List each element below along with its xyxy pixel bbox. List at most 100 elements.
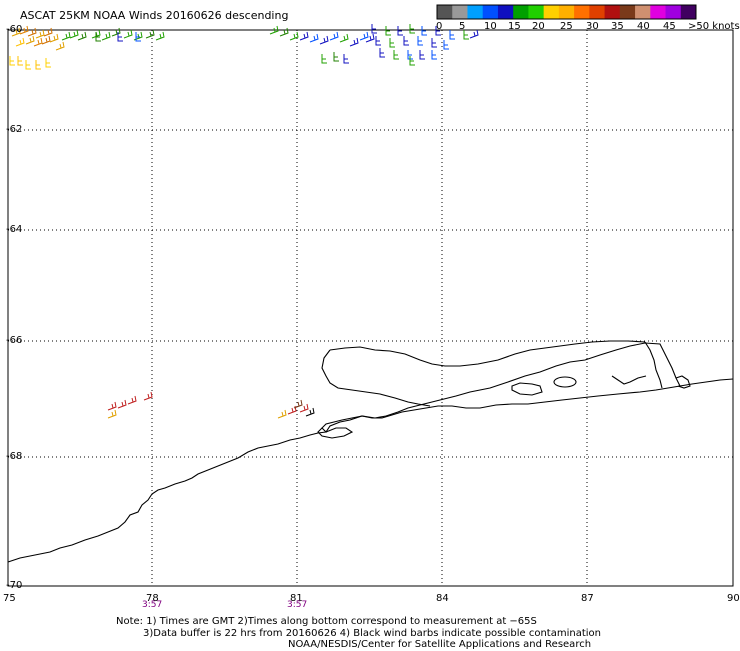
wind-barb — [417, 36, 423, 46]
wind-barb — [111, 27, 121, 37]
wind-barb — [279, 27, 289, 37]
wind-barb — [135, 32, 141, 42]
peninsula-outline — [321, 349, 431, 407]
wind-barb — [45, 58, 51, 68]
color-scale-label: 15 — [508, 21, 521, 32]
lon-label: 87 — [581, 593, 594, 604]
color-scale-label: 5 — [459, 21, 466, 32]
wind-barb — [333, 52, 339, 62]
color-scale-swatch — [680, 5, 697, 19]
lat-label: -64 — [6, 224, 23, 235]
color-scale-swatch — [558, 5, 575, 19]
wind-barb — [299, 31, 309, 41]
wind-barb — [43, 27, 53, 37]
wind-barb — [107, 409, 117, 419]
wind-barb — [123, 29, 133, 39]
lat-label: -60 — [6, 24, 23, 35]
ice-shelf-outline — [325, 342, 681, 433]
island-1 — [553, 376, 577, 388]
wind-barb — [319, 35, 329, 45]
color-scale-swatch — [635, 5, 651, 19]
wind-barb — [127, 395, 137, 405]
color-scale-swatch — [543, 5, 560, 19]
wind-barb — [17, 56, 23, 66]
lat-label: -68 — [6, 451, 23, 462]
wind-barb — [15, 37, 25, 47]
wind-barb — [329, 31, 339, 41]
lat-label: -62 — [6, 124, 23, 135]
color-scale-label: >50 knots — [688, 21, 740, 32]
wind-barb — [469, 29, 479, 39]
color-scale-swatch — [528, 5, 545, 19]
color-scale-label: 20 — [532, 21, 545, 32]
color-scale-swatch — [619, 5, 636, 19]
color-scale-swatch — [513, 5, 529, 19]
coast-east-inlet — [611, 375, 647, 385]
wind-barb — [77, 31, 87, 41]
wind-barb — [27, 27, 37, 37]
color-scale-swatch — [589, 5, 606, 19]
lat-label: -66 — [6, 335, 23, 346]
wind-barb — [117, 399, 127, 409]
wind-barb — [107, 401, 117, 411]
wind-barb — [35, 29, 45, 39]
wind-barb — [145, 29, 155, 39]
wind-barb — [9, 56, 15, 66]
wind-barb — [277, 409, 287, 419]
wind-barbs-layer — [9, 24, 479, 419]
wind-barb — [443, 40, 449, 50]
color-scale-swatch — [467, 5, 484, 19]
color-scale-label: 45 — [663, 21, 676, 32]
wind-barb — [431, 50, 437, 60]
map-frame — [7, 29, 734, 587]
wind-barb — [375, 36, 381, 46]
color-scale-swatch — [665, 5, 682, 19]
wind-barb — [25, 35, 35, 45]
inland-boundary — [644, 341, 663, 389]
color-scale-label: 35 — [611, 21, 624, 32]
wind-barb — [359, 31, 369, 41]
color-scale-swatch — [650, 5, 667, 19]
color-scale-swatch — [482, 5, 499, 19]
wind-barb — [389, 38, 395, 48]
wind-barb — [133, 31, 143, 41]
wind-barb — [371, 24, 377, 34]
wind-barb — [309, 33, 319, 43]
wind-barb — [343, 54, 349, 64]
graticule — [8, 30, 733, 586]
wind-barb — [431, 38, 437, 48]
color-scale-swatch — [574, 5, 590, 19]
color-scale-label: 10 — [484, 21, 497, 32]
wind-barb — [409, 56, 415, 66]
wind-barb — [49, 33, 59, 43]
antarctic-coastline — [7, 378, 734, 563]
wind-barb — [33, 37, 43, 47]
color-scale-swatch — [497, 5, 514, 19]
color-scale-label: 30 — [586, 21, 599, 32]
wind-barb — [403, 36, 409, 46]
lon-label: 75 — [3, 593, 16, 604]
island-2 — [511, 382, 543, 396]
lat-label: -70 — [6, 580, 23, 591]
time-label: 3:57 — [142, 600, 163, 610]
time-label: 3:57 — [287, 600, 308, 610]
color-scale-label: 40 — [637, 21, 650, 32]
wind-barb — [379, 48, 385, 58]
color-scale-label: 25 — [560, 21, 573, 32]
wind-barb — [321, 54, 327, 64]
wind-barb — [409, 24, 415, 34]
note-line-3: NOAA/NESDIS/Center for Satellite Applica… — [288, 639, 592, 650]
wind-barb — [449, 30, 455, 40]
wind-barb — [61, 31, 71, 41]
ice-shelf-front — [329, 340, 646, 367]
wind-barb — [393, 50, 399, 60]
wind-barb — [349, 37, 359, 47]
wind-barb — [55, 41, 65, 51]
lon-label: 90 — [727, 593, 740, 604]
map-title: ASCAT 25KM NOAA Winds 20160626 descendin… — [20, 9, 289, 22]
wind-barb — [101, 31, 111, 41]
note-line-1: Note: 1) Times are GMT 2)Times along bot… — [116, 616, 537, 627]
wind-barb — [143, 391, 153, 401]
color-scale-swatch — [452, 5, 468, 19]
wind-barb — [69, 29, 79, 39]
